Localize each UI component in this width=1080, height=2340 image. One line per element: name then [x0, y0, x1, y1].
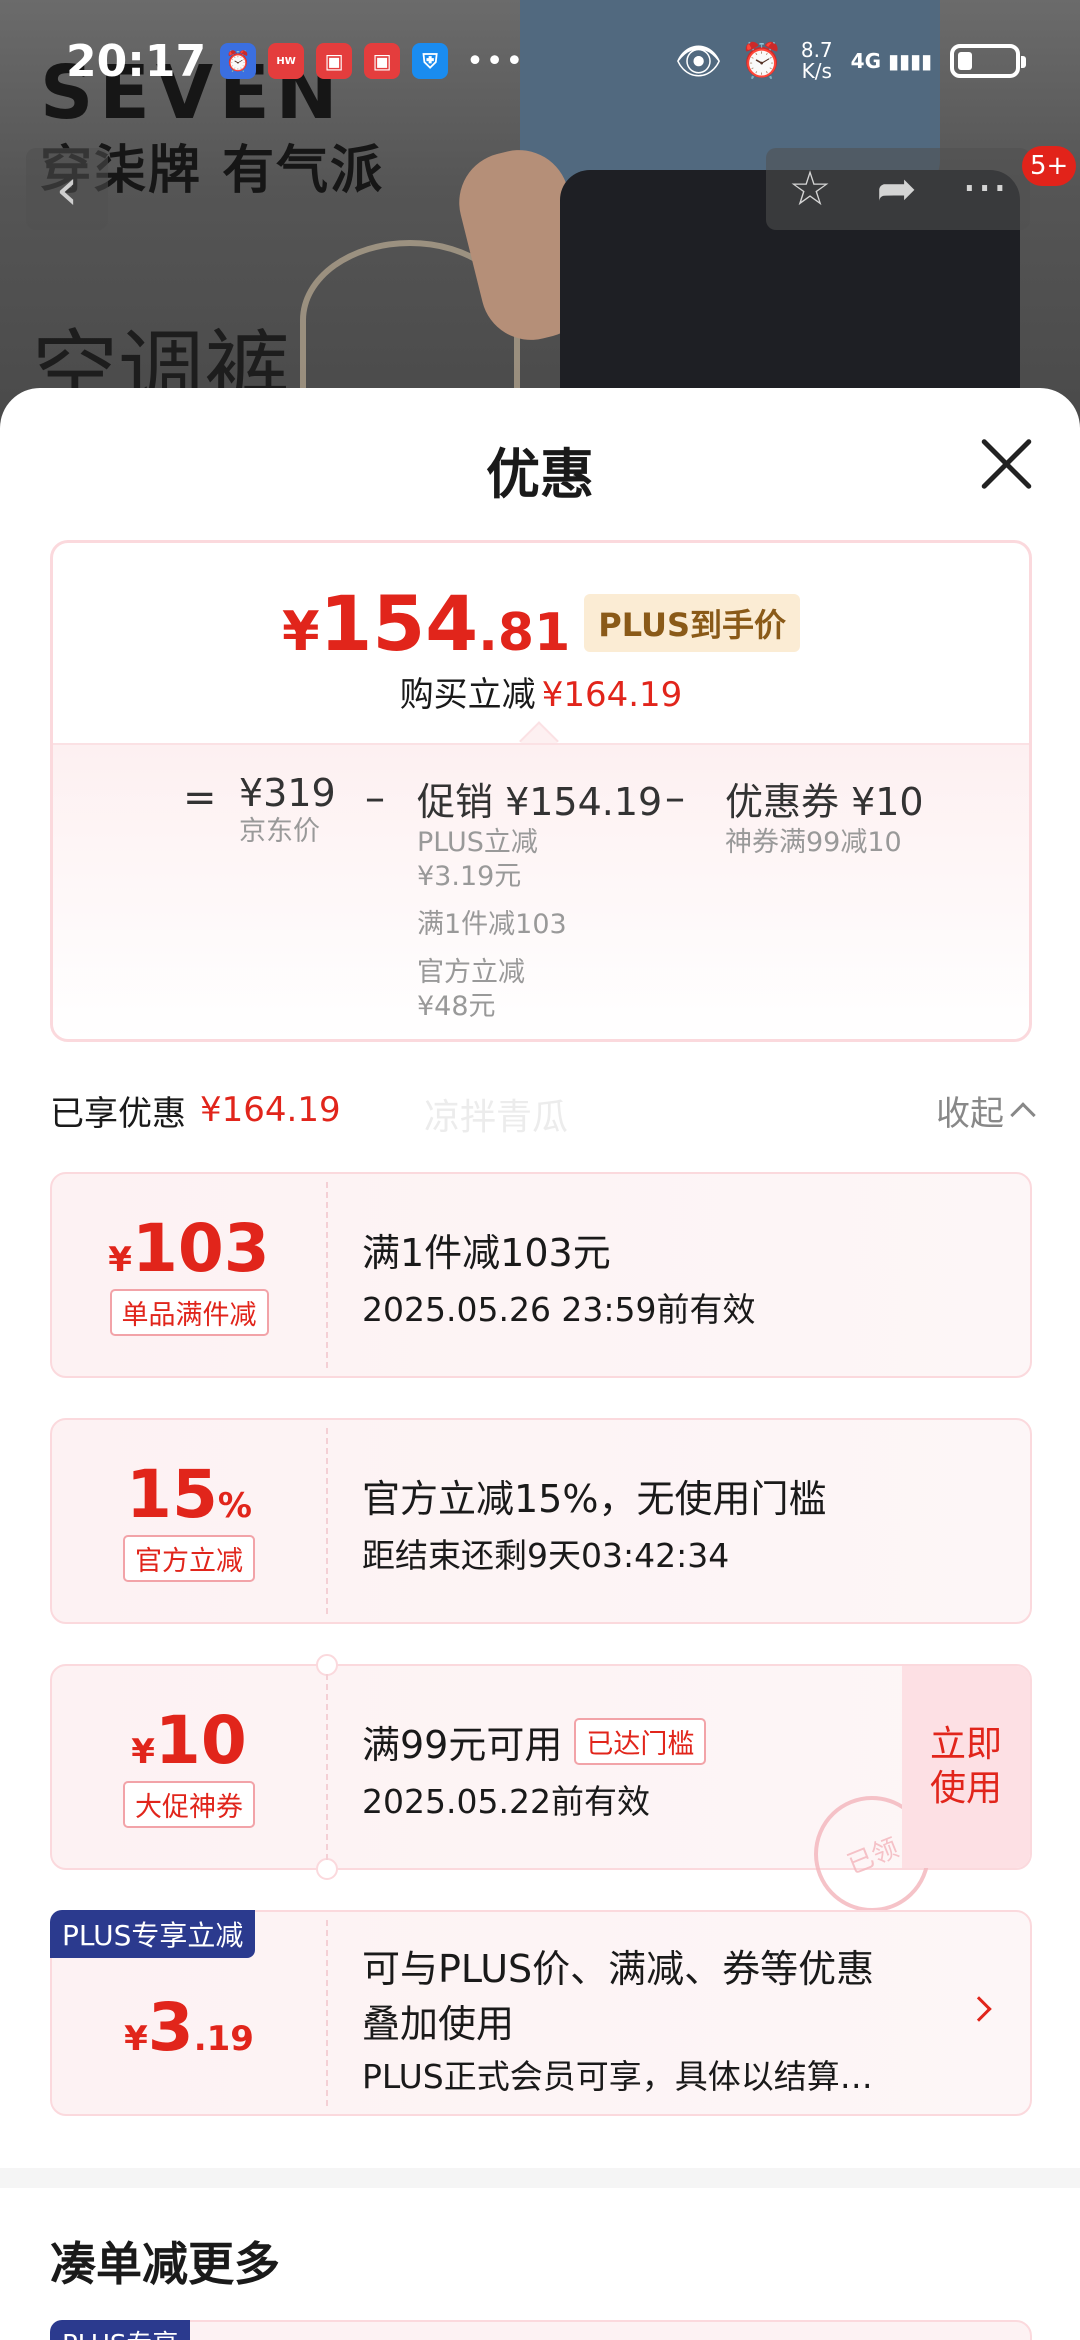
coupon-block: 优惠券 ¥10 神券满99减10 — [725, 780, 924, 858]
threshold-reached-tag: 已达门槛 — [574, 1718, 707, 1765]
huawei-app-icon: HW — [268, 43, 305, 79]
collapse-button[interactable]: 收起 — [936, 1086, 1036, 1135]
final-price: ¥154.81 — [281, 579, 571, 668]
coupon-title-line2: 叠加使用 — [362, 2002, 515, 2046]
section-divider — [0, 2168, 1080, 2188]
more-notifications-icon: ••• — [466, 43, 526, 79]
network-speed: 8.7 K/s — [800, 38, 833, 83]
coupon-title-line1: 可与PLUS价、满减、券等优惠 — [362, 1947, 875, 1991]
coupon-type-tag: 大促神券 — [123, 1780, 255, 1828]
coupon-countdown: 距结束还剩9天03:42:34 — [362, 1536, 730, 1575]
sheet-title: 优惠 — [486, 443, 594, 506]
more-deals-card[interactable]: PLUS专享 — [50, 2320, 1032, 2340]
coupon-type-tag: 单品满件减 — [109, 1288, 269, 1336]
more-menu-icon[interactable]: ··· — [962, 161, 1008, 217]
price-summary-card: ¥154.81 PLUS到手价 购买立减 ¥164.19 = ¥319 京东价 –… — [50, 540, 1032, 1042]
share-icon[interactable]: ➦ — [877, 161, 917, 217]
coupon-desc: PLUS正式会员可享，具体以结算… — [362, 2057, 873, 2096]
saved-row: 已享优惠 ¥164.19 收起 — [50, 1080, 1036, 1140]
signal-icon: 4G ▮▮▮▮ — [850, 49, 932, 73]
section-title-more-deals: 凑单减更多 — [50, 2237, 280, 2291]
coupon-card-official-discount: 15% 官方立减 官方立减15%，无使用门槛 距结束还剩9天03:42:34 — [50, 1418, 1032, 1624]
jd-price-block: ¥319 京东价 — [239, 771, 336, 847]
coupon-card-quantity-discount: ¥103 单品满件减 满1件减103元 2025.05.26 23:59前有效 — [50, 1172, 1032, 1378]
minus-sign-2: – — [665, 775, 685, 821]
chevron-right-icon — [966, 1996, 992, 2022]
promo-block: 促销 ¥154.19 PLUS立减 ¥3.19元 满1件减103 官方立减 ¥4… — [417, 780, 663, 1022]
chevron-left-icon: ‹ — [55, 155, 79, 223]
message-count-badge: 5+ — [1022, 146, 1077, 186]
top-action-bar: ☆ ➦ ··· — [766, 148, 1030, 230]
use-now-button[interactable]: 立即 使用 — [902, 1666, 1030, 1868]
chevron-up-icon — [1010, 1102, 1036, 1128]
plus-exclusive-ribbon: PLUS专享 — [50, 2320, 191, 2340]
saved-label: 已享优惠 — [50, 1093, 186, 1134]
coupon-amount: ¥10 — [131, 1701, 247, 1779]
coupon-title: 官方立减15%，无使用门槛 — [362, 1477, 827, 1521]
coupon-type-tag: 官方立减 — [123, 1534, 255, 1582]
coupon-title: 满1件减103元 — [362, 1231, 611, 1275]
coupon-card-plus-exclusive[interactable]: PLUS专享立减 ¥3.19 可与PLUS价、满减、券等优惠 叠加使用 PLUS… — [50, 1910, 1032, 2116]
coupon-validity: 2025.05.22前有效 — [362, 1782, 650, 1821]
buy-discount-line: 购买立减 ¥164.19 — [399, 675, 683, 715]
clock-app-icon: ⏰ — [220, 43, 257, 79]
coupon-title: 满99元可用 已达门槛 — [362, 1714, 707, 1769]
back-button[interactable]: ‹ — [26, 148, 108, 230]
coupon-amount: 15% — [126, 1455, 252, 1533]
shield-app-icon: ⛨ — [412, 43, 449, 79]
saved-amount: ¥164.19 — [200, 1090, 341, 1130]
minus-sign: – — [365, 775, 385, 821]
notification-app-icon: ▣ — [316, 43, 353, 79]
alarm-icon: ⏰ — [740, 41, 783, 81]
plus-price-tag: PLUS到手价 — [584, 594, 801, 652]
close-icon[interactable] — [978, 436, 1034, 492]
coupon-amount: ¥3.19 — [124, 1989, 254, 2066]
price-formula: = ¥319 京东价 – 促销 ¥154.19 PLUS立减 ¥3.19元 满1… — [53, 743, 1029, 1039]
favorite-star-icon[interactable]: ☆ — [788, 161, 831, 217]
coupon-validity: 2025.05.26 23:59前有效 — [362, 1290, 756, 1329]
promotion-sheet: 优惠 ¥154.81 PLUS到手价 购买立减 ¥164.19 = ¥319 京东… — [0, 388, 1080, 2340]
status-bar: 20:17 ⏰ HW ▣ ▣ ⛨ ••• 👁 ⏰ 8.7 K/s 4G ▮▮▮▮ — [0, 28, 1080, 94]
coupon-card-super-coupon: ¥10 大促神券 满99元可用 已达门槛 2025.05.22前有效 已领 立即… — [50, 1654, 1032, 1930]
battery-icon — [950, 44, 1026, 78]
notification-app-icon-2: ▣ — [364, 43, 401, 79]
eye-icon: 👁 — [674, 38, 723, 83]
status-time: 20:17 — [66, 35, 207, 87]
coupon-amount: ¥103 — [108, 1209, 270, 1287]
equals-sign: = — [183, 775, 217, 821]
